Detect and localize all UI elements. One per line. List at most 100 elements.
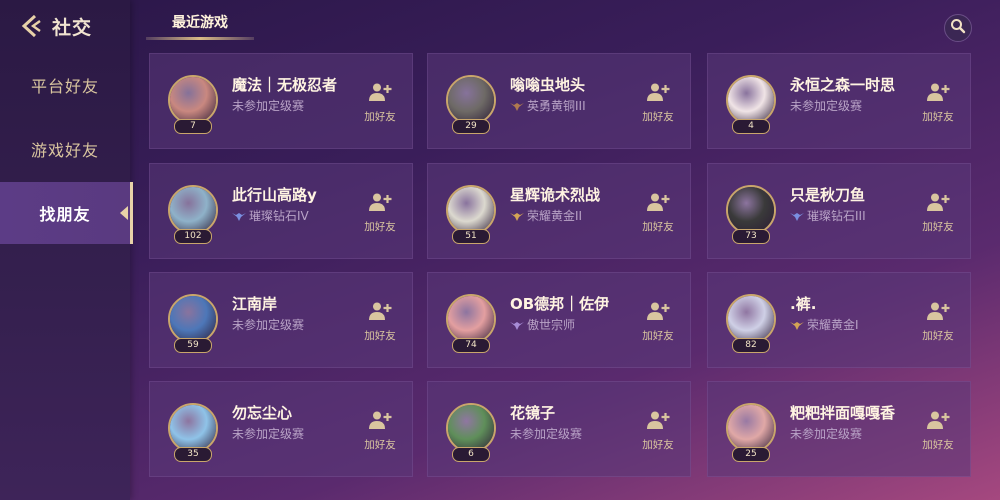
avatar-frame[interactable]: 51 bbox=[443, 182, 499, 244]
avatar bbox=[168, 75, 218, 125]
rank-wings-icon bbox=[232, 211, 246, 221]
friend-rank: 未参加定级赛 bbox=[232, 425, 372, 442]
friend-name: 魔法｜无极忍者 bbox=[232, 76, 338, 94]
rank-wings-icon bbox=[510, 211, 524, 221]
add-friend-button[interactable]: 加好友 bbox=[360, 192, 400, 234]
add-friend-icon bbox=[368, 410, 392, 434]
avatar bbox=[726, 403, 776, 453]
friend-rank: 英勇黄铜III bbox=[510, 97, 650, 114]
level-badge: 29 bbox=[452, 119, 490, 134]
add-friend-button[interactable]: 加好友 bbox=[918, 410, 958, 452]
add-friend-label: 加好友 bbox=[922, 111, 954, 123]
add-friend-icon bbox=[926, 192, 950, 216]
friend-rank: 未参加定级赛 bbox=[790, 97, 930, 114]
avatar bbox=[446, 294, 496, 344]
friend-card[interactable]: 35 勿忘尘心 未参加定级赛 加好友 bbox=[149, 381, 413, 477]
add-friend-label: 加好友 bbox=[364, 221, 396, 233]
level-badge: 74 bbox=[452, 338, 490, 353]
add-friend-button[interactable]: 加好友 bbox=[918, 192, 958, 234]
add-friend-button[interactable]: 加好友 bbox=[360, 82, 400, 124]
friend-card[interactable]: 4 永恒之森一时思 未参加定级赛 加好友 bbox=[707, 53, 971, 149]
avatar-image bbox=[448, 405, 494, 451]
add-friend-button[interactable]: 加好友 bbox=[918, 301, 958, 343]
avatar-image bbox=[170, 405, 216, 451]
rank-wings-icon bbox=[790, 320, 804, 330]
avatar-frame[interactable]: 6 bbox=[443, 400, 499, 462]
avatar-frame[interactable]: 35 bbox=[165, 400, 221, 462]
add-friend-label: 加好友 bbox=[922, 330, 954, 342]
friend-name: 只是秋刀鱼 bbox=[790, 186, 866, 204]
avatar-frame[interactable]: 59 bbox=[165, 291, 221, 353]
back-arrow-icon bbox=[18, 13, 44, 39]
level-badge: 51 bbox=[452, 229, 490, 244]
add-friend-icon bbox=[926, 410, 950, 434]
friend-card[interactable]: 59 江南岸 未参加定级赛 加好友 bbox=[149, 272, 413, 368]
friend-card[interactable]: 74 OB德邦｜佐伊 傲世宗师 加好友 bbox=[427, 272, 691, 368]
avatar-image bbox=[728, 187, 774, 233]
level-badge: 73 bbox=[732, 229, 770, 244]
friend-card[interactable]: 29 嗡嗡虫地头 英勇黄铜III 加好友 bbox=[427, 53, 691, 149]
friend-name: .裤. bbox=[790, 295, 817, 313]
friend-card[interactable]: 6 花镜子 未参加定级赛 加好友 bbox=[427, 381, 691, 477]
avatar-frame[interactable]: 4 bbox=[723, 72, 779, 134]
rank-label: 未参加定级赛 bbox=[232, 318, 305, 332]
friend-card[interactable]: 7 魔法｜无极忍者 未参加定级赛 加好友 bbox=[149, 53, 413, 149]
sidebar-item-platform-friends[interactable]: 平台好友 bbox=[0, 62, 130, 108]
avatar-frame[interactable]: 74 bbox=[443, 291, 499, 353]
add-friend-label: 加好友 bbox=[642, 439, 674, 451]
friend-name: OB德邦｜佐伊 bbox=[510, 295, 610, 313]
friend-rank: 未参加定级赛 bbox=[510, 425, 650, 442]
avatar-frame[interactable]: 102 bbox=[165, 182, 221, 244]
avatar-frame[interactable]: 29 bbox=[443, 72, 499, 134]
avatar bbox=[168, 403, 218, 453]
avatar-image bbox=[448, 77, 494, 123]
friend-card[interactable]: 102 此行山高路y 璀璨钻石IV 加好友 bbox=[149, 163, 413, 259]
friend-card[interactable]: 73 只是秋刀鱼 璀璨钻石III 加好友 bbox=[707, 163, 971, 259]
friend-card[interactable]: 51 星辉诡术烈战 荣耀黄金II 加好友 bbox=[427, 163, 691, 259]
add-friend-button[interactable]: 加好友 bbox=[638, 301, 678, 343]
friend-rank: 未参加定级赛 bbox=[232, 97, 372, 114]
add-friend-button[interactable]: 加好友 bbox=[360, 410, 400, 452]
friend-card[interactable]: 82 .裤. 荣耀黄金I 加好友 bbox=[707, 272, 971, 368]
add-friend-button[interactable]: 加好友 bbox=[918, 82, 958, 124]
level-badge: 82 bbox=[732, 338, 770, 353]
back-button[interactable]: 社交 bbox=[18, 10, 92, 42]
search-button[interactable] bbox=[944, 14, 972, 42]
friend-rank: 璀璨钻石III bbox=[790, 207, 930, 224]
page-title: 社交 bbox=[52, 16, 93, 39]
sidebar-item-game-friends[interactable]: 游戏好友 bbox=[0, 126, 130, 172]
add-friend-label: 加好友 bbox=[642, 221, 674, 233]
add-friend-label: 加好友 bbox=[642, 111, 674, 123]
avatar-frame[interactable]: 73 bbox=[723, 182, 779, 244]
rank-wings-icon bbox=[510, 101, 524, 111]
add-friend-button[interactable]: 加好友 bbox=[638, 192, 678, 234]
friend-name: 永恒之森一时思 bbox=[790, 76, 896, 94]
friend-rank: 傲世宗师 bbox=[510, 316, 650, 333]
level-badge: 35 bbox=[174, 447, 212, 462]
tab-underline bbox=[146, 37, 254, 40]
friend-rank: 未参加定级赛 bbox=[232, 316, 372, 333]
rank-wings-icon bbox=[790, 211, 804, 221]
tab-recent-games[interactable]: 最近游戏 bbox=[146, 6, 254, 38]
avatar bbox=[446, 75, 496, 125]
friend-name: 花镜子 bbox=[510, 404, 556, 422]
add-friend-button[interactable]: 加好友 bbox=[638, 410, 678, 452]
add-friend-button[interactable]: 加好友 bbox=[638, 82, 678, 124]
avatar-frame[interactable]: 25 bbox=[723, 400, 779, 462]
avatar bbox=[168, 294, 218, 344]
rank-wings-icon bbox=[510, 320, 524, 330]
add-friend-icon bbox=[926, 82, 950, 106]
sidebar-item-find-friends[interactable]: 找朋友 bbox=[0, 182, 133, 244]
avatar-image bbox=[448, 296, 494, 342]
level-badge: 4 bbox=[732, 119, 770, 134]
rank-label: 未参加定级赛 bbox=[790, 427, 863, 441]
level-badge: 7 bbox=[174, 119, 212, 134]
add-friend-label: 加好友 bbox=[364, 111, 396, 123]
add-friend-button[interactable]: 加好友 bbox=[360, 301, 400, 343]
rank-label: 璀璨钻石III bbox=[807, 209, 866, 223]
rank-label: 未参加定级赛 bbox=[510, 427, 583, 441]
avatar-frame[interactable]: 7 bbox=[165, 72, 221, 134]
friend-card[interactable]: 25 粑粑拌面嘎嘎香 未参加定级赛 加好友 bbox=[707, 381, 971, 477]
avatar-frame[interactable]: 82 bbox=[723, 291, 779, 353]
friend-name: 星辉诡术烈战 bbox=[510, 186, 601, 204]
